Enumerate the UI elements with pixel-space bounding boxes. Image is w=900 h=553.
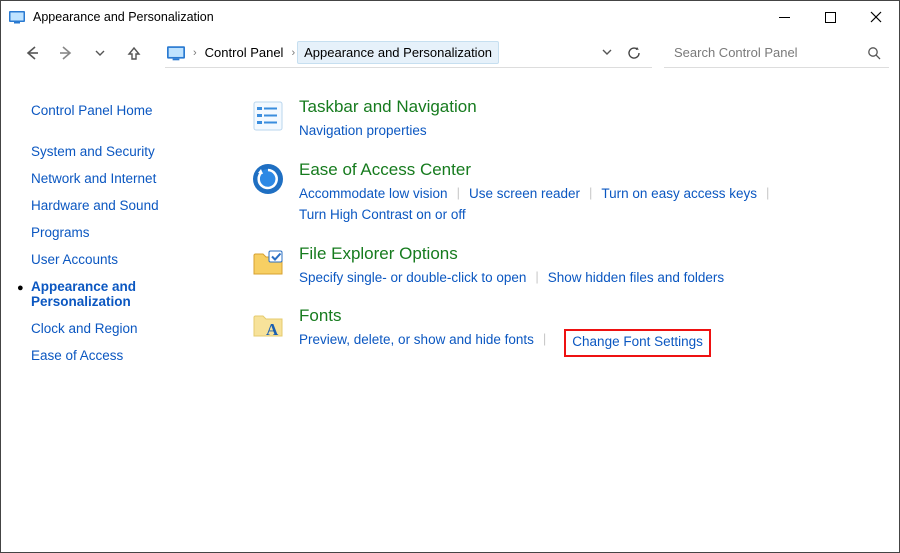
divider-icon: | [757,183,778,205]
forward-button[interactable] [51,38,81,68]
refresh-button[interactable] [626,45,642,61]
svg-text:A: A [266,320,279,339]
control-panel-icon [9,9,25,25]
window-title: Appearance and Personalization [33,10,214,24]
section-title-ease-of-access[interactable]: Ease of Access Center [299,160,879,180]
link-specify-click[interactable]: Specify single- or double-click to open [299,267,526,289]
toolbar: › Control Panel › Appearance and Persona… [1,33,899,73]
window-controls [761,1,899,33]
breadcrumb-sep-icon[interactable]: › [191,47,199,59]
taskbar-icon [251,97,291,142]
sidebar-item-clock-region[interactable]: Clock and Region [31,321,231,336]
link-show-hidden-files[interactable]: Show hidden files and folders [548,267,724,289]
back-button[interactable] [17,38,47,68]
section-ease-of-access: Ease of Access Center Accommodate low vi… [251,160,879,226]
search-input[interactable] [672,44,867,61]
sidebar-item-ease-access[interactable]: Ease of Access [31,348,231,363]
divider-icon: | [526,267,547,289]
sidebar-item-programs[interactable]: Programs [31,225,231,240]
search-icon[interactable] [867,46,881,60]
section-taskbar: Taskbar and Navigation Navigation proper… [251,97,879,142]
highlight-box: Change Font Settings [564,329,711,357]
section-title-file-explorer[interactable]: File Explorer Options [299,244,724,264]
address-history-button[interactable] [602,46,612,60]
fonts-icon: A [251,306,291,357]
file-explorer-icon [251,244,291,289]
ease-of-access-icon [251,160,291,226]
sidebar-item-appearance[interactable]: ● Appearance and Personalization [31,279,231,309]
minimize-button[interactable] [761,1,807,33]
link-turn-high-contrast[interactable]: Turn High Contrast on or off [299,204,466,226]
sidebar-item-label: Appearance and Personalization [31,279,231,309]
control-panel-icon [167,44,185,62]
sidebar: Control Panel Home System and Security N… [21,97,231,375]
section-title-fonts[interactable]: Fonts [299,306,711,326]
section-title-taskbar[interactable]: Taskbar and Navigation [299,97,477,117]
sidebar-item-network-internet[interactable]: Network and Internet [31,171,231,186]
divider-icon: | [448,183,469,205]
sidebar-item-user-accounts[interactable]: User Accounts [31,252,231,267]
breadcrumb-sep-icon[interactable]: › [289,47,297,59]
link-change-font-settings[interactable]: Change Font Settings [572,334,703,349]
breadcrumb-root[interactable]: Control Panel [199,41,290,64]
content-area: Control Panel Home System and Security N… [1,73,899,375]
sidebar-home[interactable]: Control Panel Home [31,103,231,118]
maximize-button[interactable] [807,1,853,33]
section-file-explorer: File Explorer Options Specify single- or… [251,244,879,289]
recent-locations-button[interactable] [85,38,115,68]
link-accommodate-low-vision[interactable]: Accommodate low vision [299,183,448,205]
link-navigation-properties[interactable]: Navigation properties [299,120,427,142]
breadcrumb-current[interactable]: Appearance and Personalization [297,41,499,64]
link-preview-delete-fonts[interactable]: Preview, delete, or show and hide fonts [299,329,534,357]
active-bullet-icon: ● [17,282,27,294]
search-box[interactable] [664,38,889,68]
section-fonts: A Fonts Preview, delete, or show and hid… [251,306,879,357]
address-bar[interactable]: › Control Panel › Appearance and Persona… [165,38,652,68]
sidebar-item-hardware-sound[interactable]: Hardware and Sound [31,198,231,213]
main-panel: Taskbar and Navigation Navigation proper… [231,97,899,375]
divider-icon: | [580,183,601,205]
close-button[interactable] [853,1,899,33]
link-turn-on-easy-access-keys[interactable]: Turn on easy access keys [601,183,757,205]
sidebar-item-system-security[interactable]: System and Security [31,144,231,159]
divider-icon: | [534,329,555,357]
titlebar: Appearance and Personalization [1,1,899,33]
up-button[interactable] [119,38,149,68]
link-use-screen-reader[interactable]: Use screen reader [469,183,580,205]
